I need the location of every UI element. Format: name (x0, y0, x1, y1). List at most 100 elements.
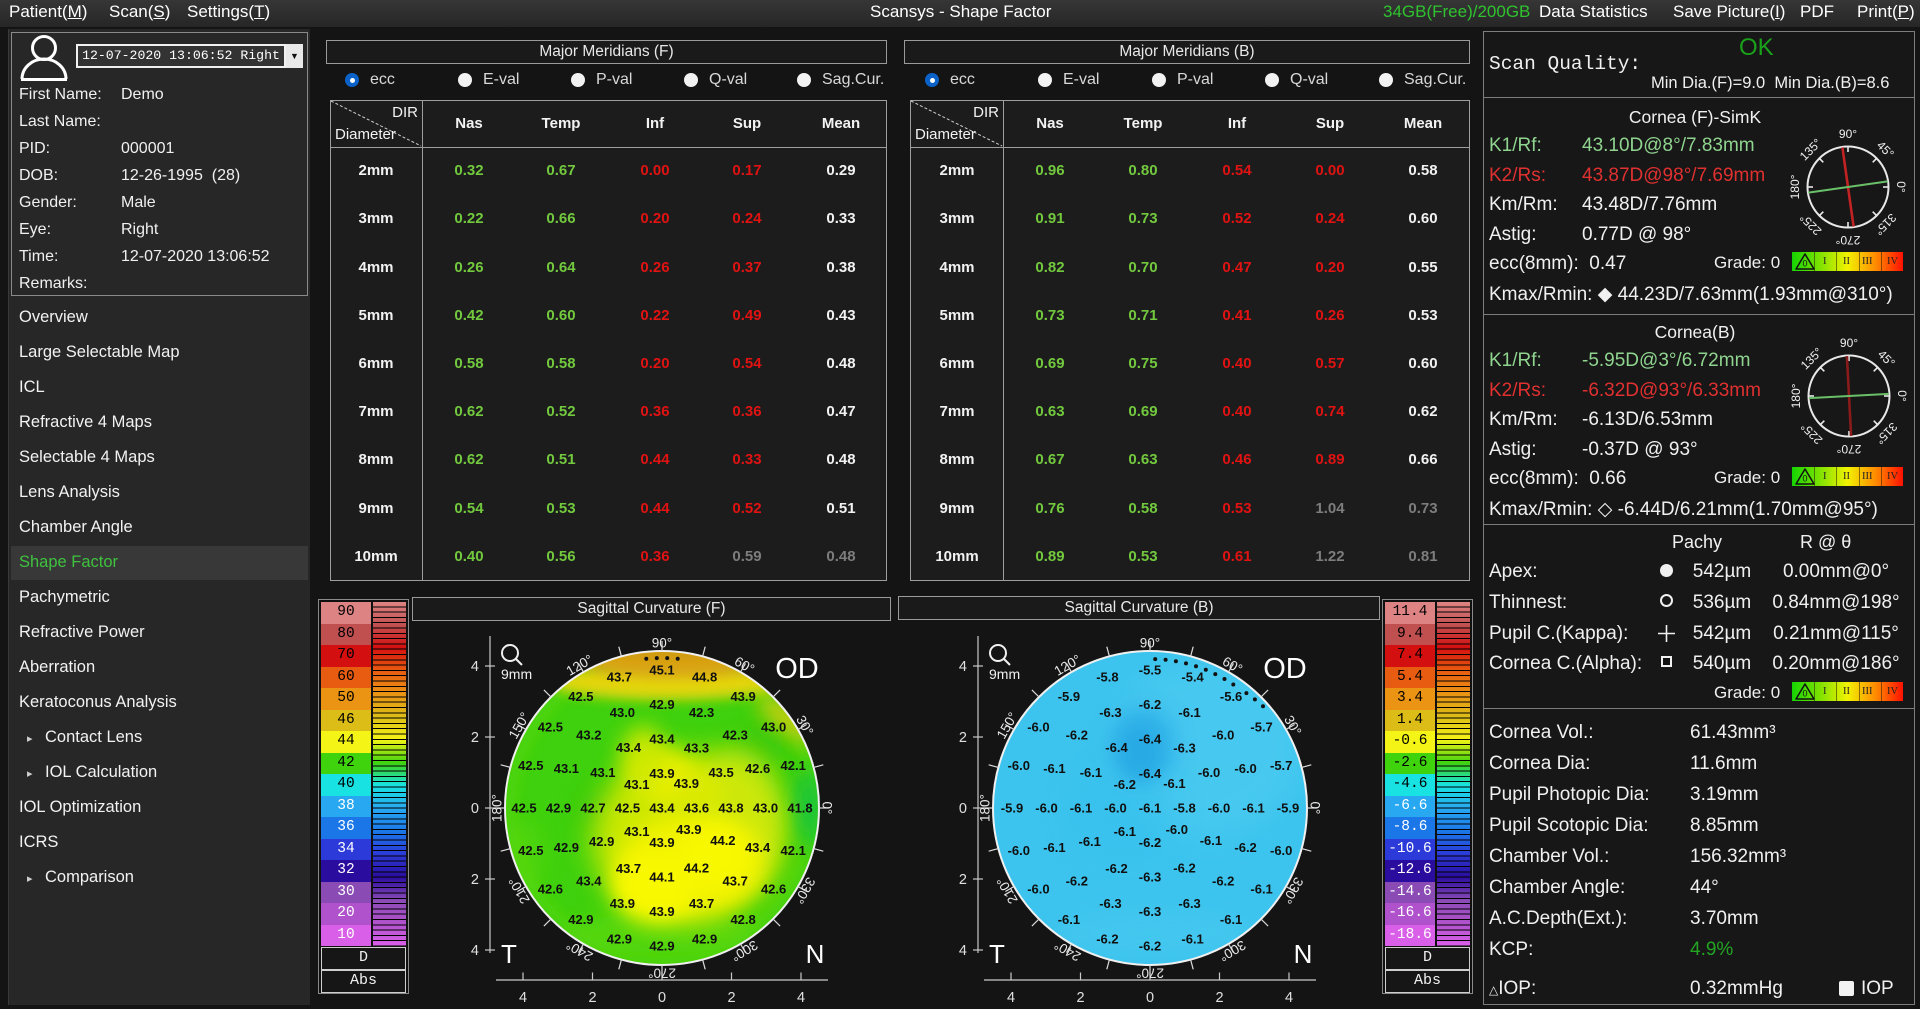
svg-text:43.1: 43.1 (624, 777, 649, 792)
svg-text:-6.1: -6.1 (1220, 912, 1242, 927)
svg-text:0: 0 (471, 801, 479, 817)
svg-text:2: 2 (471, 730, 479, 746)
svg-text:4: 4 (471, 659, 479, 675)
svg-text:41.8: 41.8 (787, 801, 812, 816)
svg-text:-6.2: -6.2 (1066, 727, 1088, 742)
svg-text:-6.1: -6.1 (1043, 761, 1065, 776)
svg-text:OD: OD (775, 653, 819, 685)
svg-text:-6.1: -6.1 (1250, 882, 1272, 897)
svg-text:43.1: 43.1 (624, 824, 649, 839)
svg-text:4: 4 (1007, 990, 1015, 1006)
svg-text:2: 2 (959, 872, 967, 888)
svg-text:42.9: 42.9 (649, 697, 674, 712)
svg-text:-6.2: -6.2 (1139, 939, 1161, 954)
svg-text:-6.2: -6.2 (1096, 932, 1118, 947)
svg-text:-5.7: -5.7 (1250, 719, 1272, 734)
svg-text:2: 2 (1215, 990, 1223, 1006)
svg-text:2: 2 (959, 730, 967, 746)
svg-text:-5.7: -5.7 (1270, 758, 1292, 773)
svg-text:-6.0: -6.0 (1008, 843, 1030, 858)
svg-text:-6.3: -6.3 (1178, 896, 1200, 911)
svg-text:-6.0: -6.0 (1166, 822, 1188, 837)
svg-text:T: T (501, 939, 517, 969)
svg-text:43.9: 43.9 (610, 896, 635, 911)
svg-text:9mm: 9mm (501, 666, 532, 682)
svg-text:2: 2 (588, 990, 596, 1006)
svg-text:0: 0 (1802, 259, 1807, 269)
svg-text:-6.2: -6.2 (1105, 861, 1127, 876)
svg-text:180°: 180° (1788, 174, 1802, 199)
svg-text:43.4: 43.4 (616, 740, 642, 755)
svg-text:-6.0: -6.0 (1234, 761, 1256, 776)
svg-text:-6.0: -6.0 (1035, 801, 1057, 816)
svg-text:-5.8: -5.8 (1096, 669, 1118, 684)
svg-text:42.3: 42.3 (723, 727, 748, 742)
svg-text:180°: 180° (1789, 383, 1803, 408)
svg-text:0: 0 (658, 990, 666, 1006)
svg-text:4: 4 (959, 943, 967, 959)
svg-text:43.4: 43.4 (649, 732, 675, 747)
svg-text:-6.1: -6.1 (1200, 833, 1222, 848)
svg-text:-6.1: -6.1 (1114, 824, 1136, 839)
svg-text:44.2: 44.2 (684, 860, 709, 875)
svg-text:-6.1: -6.1 (1070, 801, 1092, 816)
svg-text:-5.9: -5.9 (1058, 689, 1080, 704)
svg-text:N: N (1294, 939, 1313, 969)
svg-text:42.9: 42.9 (554, 840, 579, 855)
svg-text:42.6: 42.6 (761, 882, 786, 897)
svg-text:90°: 90° (1839, 127, 1857, 141)
svg-text:43.5: 43.5 (708, 765, 733, 780)
svg-text:42.9: 42.9 (546, 801, 571, 816)
svg-text:270°: 270° (648, 965, 676, 980)
svg-text:0: 0 (1802, 689, 1807, 699)
svg-text:270°: 270° (1836, 442, 1861, 456)
svg-text:43.9: 43.9 (676, 822, 701, 837)
svg-text:43.0: 43.0 (761, 719, 786, 734)
svg-text:44.1: 44.1 (649, 870, 674, 885)
svg-text:-6.4: -6.4 (1139, 766, 1162, 781)
svg-text:-5.6: -5.6 (1220, 689, 1242, 704)
svg-text:-6.3: -6.3 (1173, 741, 1195, 756)
svg-text:-6.4: -6.4 (1139, 732, 1162, 747)
svg-text:-6.2: -6.2 (1139, 835, 1161, 850)
svg-text:-6.1: -6.1 (1043, 840, 1065, 855)
svg-text:42.5: 42.5 (568, 689, 593, 704)
svg-text:43.7: 43.7 (616, 861, 641, 876)
svg-text:43.7: 43.7 (689, 896, 714, 911)
svg-text:-6.1: -6.1 (1078, 834, 1100, 849)
svg-text:43.4: 43.4 (649, 801, 675, 816)
svg-text:42.5: 42.5 (518, 758, 543, 773)
svg-text:-6.2: -6.2 (1114, 777, 1136, 792)
svg-text:45°: 45° (1874, 138, 1897, 161)
svg-text:43.9: 43.9 (649, 835, 674, 850)
svg-text:-6.0: -6.0 (1104, 801, 1126, 816)
svg-text:43.9: 43.9 (674, 776, 699, 791)
svg-text:0°: 0° (1894, 181, 1908, 193)
svg-text:-6.0: -6.0 (1208, 801, 1230, 816)
svg-text:4: 4 (519, 990, 527, 1006)
svg-text:43.9: 43.9 (649, 904, 674, 919)
svg-text:270°: 270° (1136, 965, 1164, 980)
svg-text:42.9: 42.9 (607, 932, 632, 947)
svg-text:-6.2: -6.2 (1212, 874, 1234, 889)
svg-text:-5.5: -5.5 (1139, 663, 1161, 678)
svg-text:42.9: 42.9 (568, 912, 593, 927)
svg-text:-6.3: -6.3 (1099, 705, 1121, 720)
svg-text:-5.4: -5.4 (1181, 669, 1204, 684)
svg-text:9mm: 9mm (989, 666, 1020, 682)
svg-text:4: 4 (1285, 990, 1293, 1006)
svg-text:-6.2: -6.2 (1234, 840, 1256, 855)
svg-text:-6.1: -6.1 (1242, 801, 1264, 816)
svg-text:43.9: 43.9 (730, 689, 755, 704)
svg-text:43.4: 43.4 (745, 840, 771, 855)
svg-text:-6.1: -6.1 (1058, 912, 1080, 927)
svg-text:0: 0 (1802, 474, 1807, 484)
svg-text:43.7: 43.7 (607, 669, 632, 684)
svg-text:4: 4 (959, 659, 967, 675)
svg-text:43.0: 43.0 (753, 801, 778, 816)
svg-text:180°: 180° (490, 794, 505, 822)
svg-text:-6.2: -6.2 (1066, 874, 1088, 889)
svg-text:42.1: 42.1 (781, 843, 806, 858)
svg-text:43.6: 43.6 (684, 801, 709, 816)
svg-text:42.1: 42.1 (781, 758, 806, 773)
